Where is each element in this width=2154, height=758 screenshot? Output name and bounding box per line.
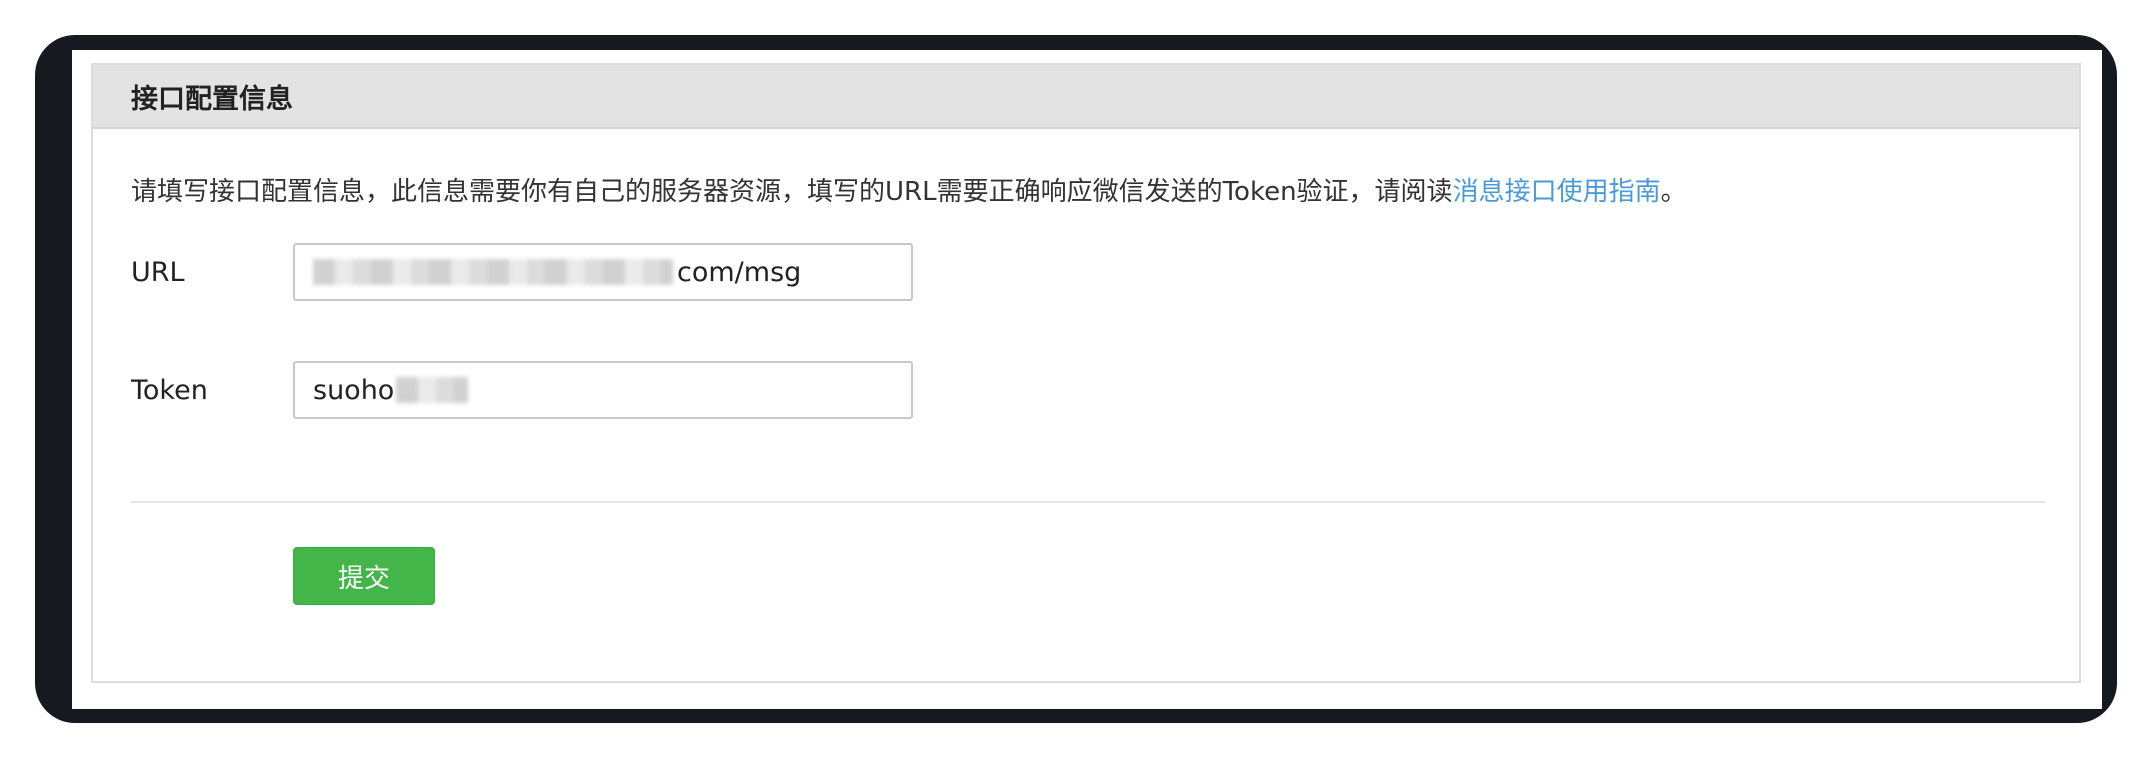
url-value: com/msg	[677, 256, 802, 288]
description-suffix: 。	[1660, 177, 1687, 207]
panel-title: 接口配置信息	[131, 83, 293, 115]
token-value: suoho	[313, 374, 395, 406]
description-text: 请填写接口配置信息，此信息需要你有自己的服务器资源，填写的URL需要正确响应微信…	[131, 177, 1453, 207]
description: 请填写接口配置信息，此信息需要你有自己的服务器资源，填写的URL需要正确响应微信…	[131, 171, 1687, 208]
url-input[interactable]: com/msg	[293, 243, 913, 301]
guide-link[interactable]: 消息接口使用指南	[1453, 177, 1661, 207]
url-label: URL	[131, 256, 185, 288]
url-row: URL com/msg	[131, 243, 913, 301]
redacted-mask	[396, 377, 469, 403]
divider	[131, 501, 2045, 503]
token-row: Token suoho	[131, 361, 913, 419]
screen: 接口配置信息 请填写接口配置信息，此信息需要你有自己的服务器资源，填写的URL需…	[72, 50, 2102, 709]
window-frame: 接口配置信息 请填写接口配置信息，此信息需要你有自己的服务器资源，填写的URL需…	[35, 35, 2117, 723]
interface-config-panel: 接口配置信息 请填写接口配置信息，此信息需要你有自己的服务器资源，填写的URL需…	[91, 63, 2081, 683]
redacted-mask	[313, 259, 673, 285]
panel-header: 接口配置信息	[93, 65, 2079, 129]
submit-button[interactable]: 提交	[293, 547, 435, 605]
token-label: Token	[131, 374, 208, 406]
token-input[interactable]: suoho	[293, 361, 913, 419]
